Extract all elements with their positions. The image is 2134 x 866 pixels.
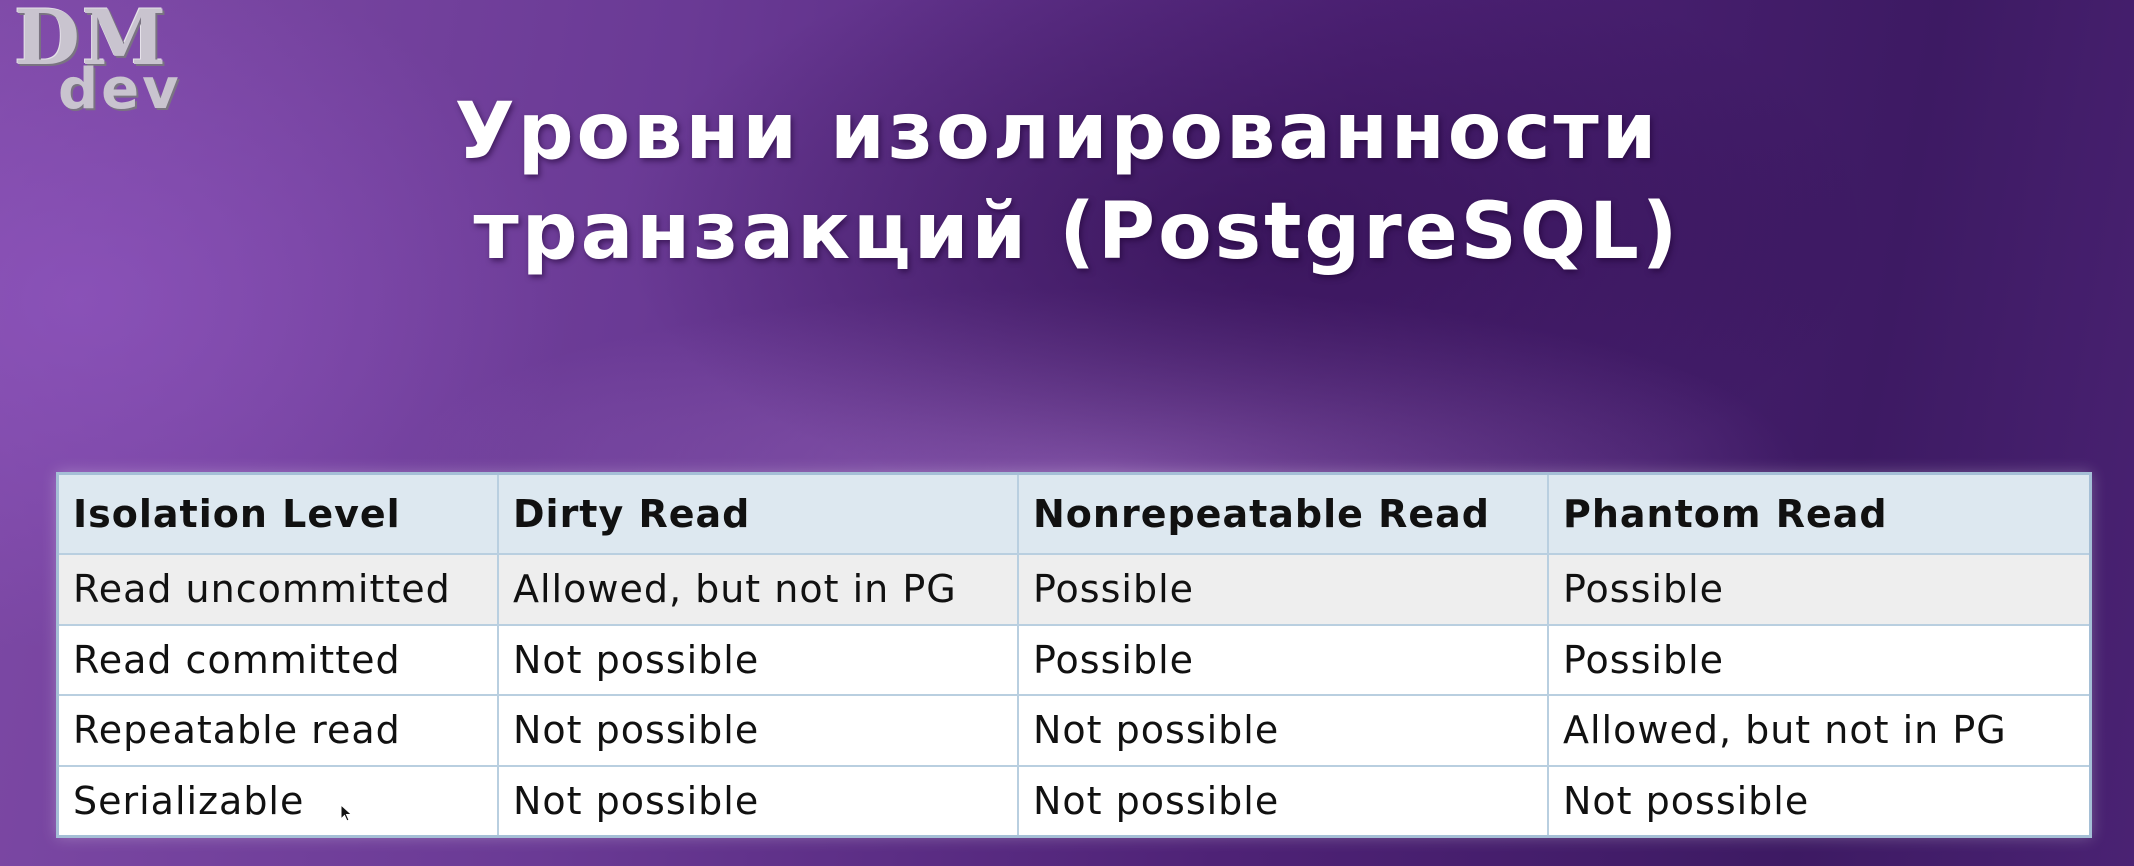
cell-phantom-read: Allowed, but not in PG <box>1549 696 2089 767</box>
cell-isolation-level: Read committed <box>59 625 499 696</box>
cell-isolation-level: Serializable <box>59 766 499 835</box>
cell-phantom-read: Not possible <box>1549 766 2089 835</box>
mouse-pointer-icon <box>340 803 354 822</box>
slide-title-line-2: транзакций (PostgreSQL) <box>473 187 1681 277</box>
slide-title-line-1: Уровни изолированности <box>454 87 1660 177</box>
cell-nonrepeatable-read: Not possible <box>1019 696 1549 767</box>
table-row: Repeatable read Not possible Not possibl… <box>59 696 2089 767</box>
table-row: Read uncommitted Allowed, but not in PG … <box>59 555 2089 626</box>
header-phantom-read: Phantom Read <box>1549 475 2089 555</box>
cell-dirty-read: Not possible <box>499 625 1019 696</box>
cell-isolation-level: Read uncommitted <box>59 555 499 626</box>
table-row: Serializable Not possible Not possible N… <box>59 766 2089 835</box>
cell-dirty-read: Not possible <box>499 766 1019 835</box>
header-isolation-level: Isolation Level <box>59 475 499 555</box>
table-row: Read committed Not possible Possible Pos… <box>59 625 2089 696</box>
cell-phantom-read: Possible <box>1549 625 2089 696</box>
cell-nonrepeatable-read: Possible <box>1019 555 1549 626</box>
isolation-levels-table-container: Isolation Level Dirty Read Nonrepeatable… <box>56 472 2092 838</box>
header-dirty-read: Dirty Read <box>499 475 1019 555</box>
cell-nonrepeatable-read: Possible <box>1019 625 1549 696</box>
header-nonrepeatable-read: Nonrepeatable Read <box>1019 475 1549 555</box>
isolation-levels-table: Isolation Level Dirty Read Nonrepeatable… <box>56 472 2092 838</box>
table-header-row: Isolation Level Dirty Read Nonrepeatable… <box>59 475 2089 555</box>
cell-dirty-read: Allowed, but not in PG <box>499 555 1019 626</box>
slide: { "logo": { "line1": "DM", "line2": "dev… <box>0 0 2134 866</box>
cell-phantom-read: Possible <box>1549 555 2089 626</box>
cell-nonrepeatable-read: Not possible <box>1019 766 1549 835</box>
cell-isolation-level: Repeatable read <box>59 696 499 767</box>
slide-title: Уровни изолированности транзакций (Postg… <box>0 82 2134 282</box>
cell-dirty-read: Not possible <box>499 696 1019 767</box>
